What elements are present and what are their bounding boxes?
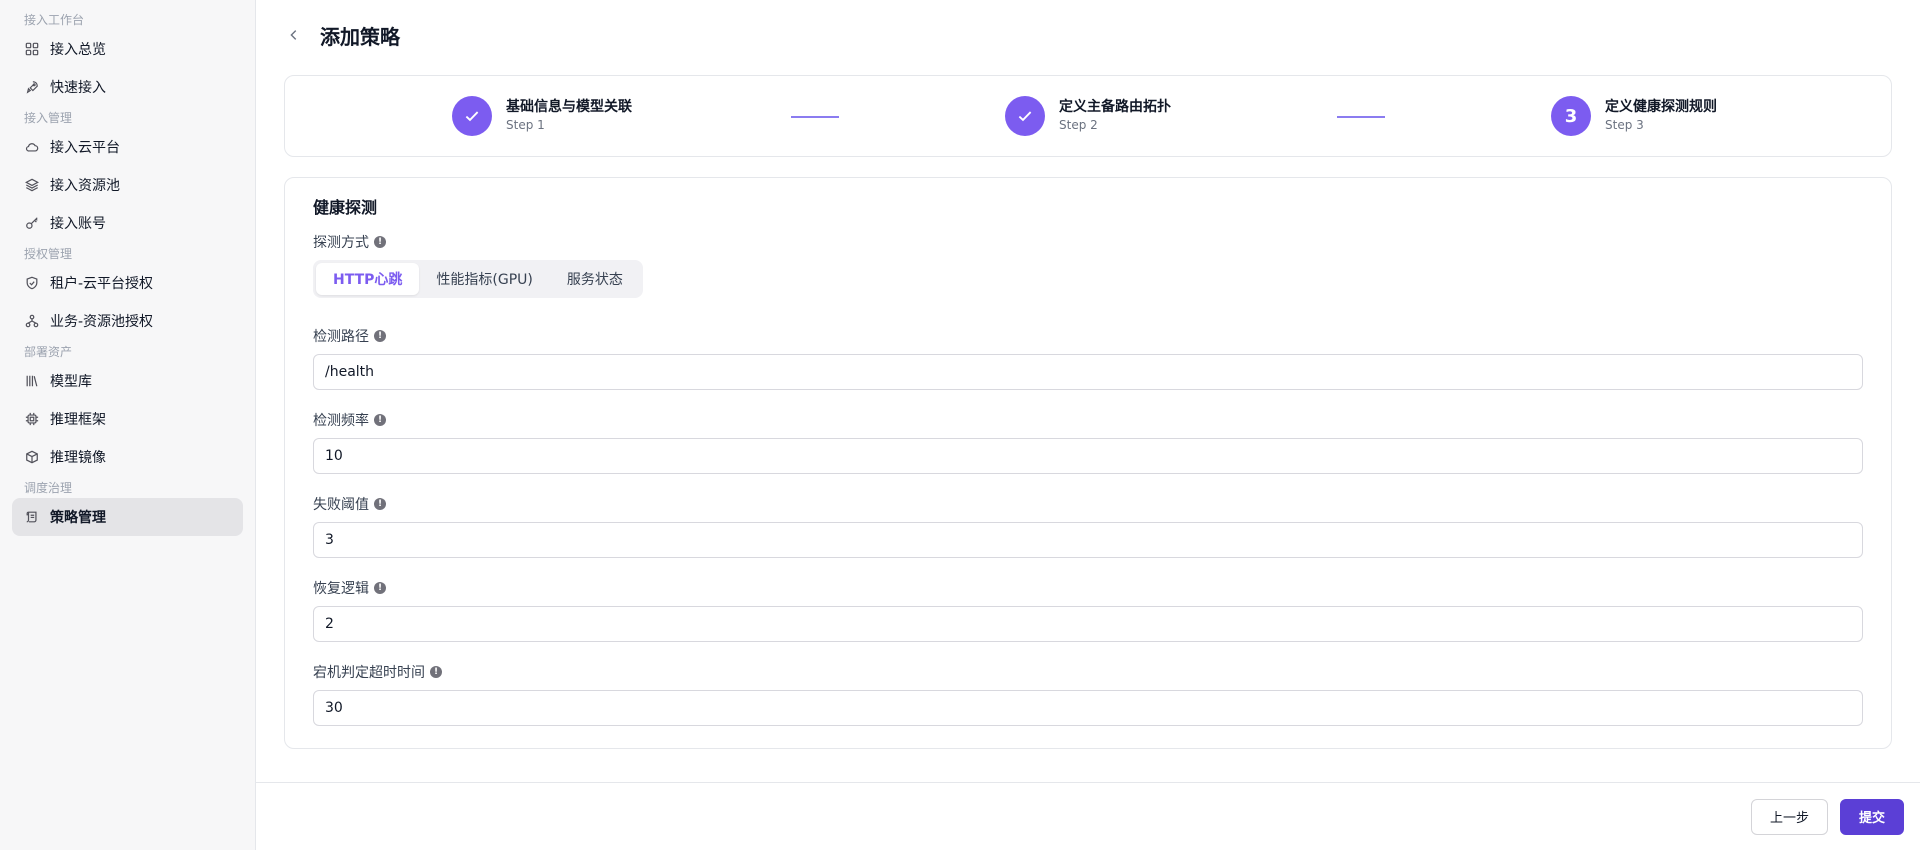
step-title: 定义主备路由拓扑 (1059, 99, 1171, 115)
prev-step-button[interactable]: 上一步 (1750, 798, 1828, 835)
sidebar-item-cloud-platform[interactable]: 接入云平台 (12, 128, 243, 166)
sidebar-item-label: 快速接入 (50, 80, 106, 96)
sidebar-item-label: 推理镜像 (50, 450, 106, 466)
layers-icon (24, 177, 40, 193)
sidebar-item-label: 接入总览 (50, 42, 106, 58)
sidebar-group-label: 授权管理 (24, 247, 73, 261)
downtime-timeout-input[interactable] (313, 690, 1863, 726)
info-icon[interactable]: ! (374, 582, 386, 594)
step-title: 定义健康探测规则 (1605, 99, 1717, 115)
sidebar-item-label: 接入账号 (50, 216, 106, 232)
probe-option-service[interactable]: 服务状态 (550, 263, 640, 295)
sidebar-item-model-library[interactable]: 模型库 (12, 362, 243, 400)
sidebar-item-resource-pool[interactable]: 接入资源池 (12, 166, 243, 204)
info-icon[interactable]: ! (430, 666, 442, 678)
sidebar-item-label: 模型库 (50, 374, 92, 390)
sidebar-item-business-auth[interactable]: 业务-资源池授权 (12, 302, 243, 340)
section-title: 健康探测 (313, 198, 378, 217)
field-label: 检测频率 ! (313, 410, 1863, 430)
field-label: 宕机判定超时时间 ! (313, 662, 1863, 682)
form-footer: 上一步 提交 (256, 782, 1920, 850)
field-recovery-logic: 恢复逻辑 ! (313, 578, 1863, 642)
check-path-input[interactable] (313, 354, 1863, 390)
check-icon (465, 111, 479, 122)
chevron-left-icon (290, 30, 297, 40)
cloud-icon (24, 139, 40, 155)
sidebar-item-inference-image[interactable]: 推理镜像 (12, 438, 243, 476)
step-complete-badge (452, 96, 492, 136)
step-connector (791, 116, 839, 118)
sidebar-item-label: 接入资源池 (50, 178, 120, 194)
field-label: 失败阈值 ! (313, 494, 1863, 514)
info-icon[interactable]: ! (374, 236, 386, 248)
step-2: 定义主备路由拓扑 Step 2 (1005, 96, 1171, 136)
sidebar-group-label: 调度治理 (24, 481, 73, 495)
sidebar-item-account[interactable]: 接入账号 (12, 204, 243, 242)
probe-method-label: 探测方式 ! (313, 232, 1863, 252)
grid-icon (24, 41, 40, 57)
check-frequency-input[interactable] (313, 438, 1863, 474)
sidebar-item-policy-management[interactable]: 策略管理 (12, 498, 243, 536)
health-check-form: 健康探测 探测方式 ! HTTP心跳 性能指标(GPU) 服务状态 检测路径 ! (284, 177, 1892, 749)
main-content: 添加策略 基础信息与模型关联 Step 1 定义主备路由拓扑 Step 2 3 … (256, 0, 1920, 850)
step-1: 基础信息与模型关联 Step 1 (452, 96, 632, 136)
sidebar-item-label: 租户-云平台授权 (50, 276, 154, 292)
sidebar-item-label: 业务-资源池授权 (50, 314, 154, 330)
recovery-logic-input[interactable] (313, 606, 1863, 642)
info-icon[interactable]: ! (374, 414, 386, 426)
sidebar-item-inference-framework[interactable]: 推理框架 (12, 400, 243, 438)
cpu-icon (24, 411, 40, 427)
scroll-icon (24, 509, 40, 525)
back-button[interactable] (282, 23, 306, 47)
sidebar-group-label: 接入管理 (24, 111, 73, 125)
sidebar-item-label: 策略管理 (50, 510, 106, 526)
library-icon (24, 373, 40, 389)
probe-option-gpu[interactable]: 性能指标(GPU) (419, 263, 549, 295)
key-icon (24, 215, 40, 231)
check-icon (1018, 111, 1032, 122)
field-downtime-timeout: 宕机判定超时时间 ! (313, 662, 1863, 726)
submit-button[interactable]: 提交 (1839, 798, 1904, 835)
field-failure-threshold: 失败阈值 ! (313, 494, 1863, 558)
field-check-frequency: 检测频率 ! (313, 410, 1863, 474)
probe-option-http[interactable]: HTTP心跳 (316, 263, 420, 295)
info-icon[interactable]: ! (374, 498, 386, 510)
step-connector (1337, 116, 1385, 118)
sidebar-item-label: 接入云平台 (50, 140, 120, 156)
step-complete-badge (1005, 96, 1045, 136)
field-label: 检测路径 ! (313, 326, 1863, 346)
field-check-path: 检测路径 ! (313, 326, 1863, 390)
step-subtitle: Step 2 (1059, 118, 1098, 132)
field-label: 恢复逻辑 ! (313, 578, 1863, 598)
sidebar-item-tenant-auth[interactable]: 租户-云平台授权 (12, 264, 243, 302)
sidebar: 接入工作台 接入总览 快速接入 接入管理 接入云平台 接入资源池 接入账号 授权… (0, 0, 256, 850)
sidebar-group-label: 接入工作台 (24, 13, 85, 27)
shield-icon (24, 275, 40, 291)
network-icon (24, 313, 40, 329)
rocket-icon (24, 79, 40, 95)
info-icon[interactable]: ! (374, 330, 386, 342)
page-title: 添加策略 (320, 24, 400, 49)
sidebar-item-quick-access[interactable]: 快速接入 (12, 68, 243, 106)
box-icon (24, 449, 40, 465)
step-subtitle: Step 1 (506, 118, 545, 132)
failure-threshold-input[interactable] (313, 522, 1863, 558)
sidebar-item-label: 推理框架 (50, 412, 106, 428)
steps-progress: 基础信息与模型关联 Step 1 定义主备路由拓扑 Step 2 3 定义健康探… (284, 75, 1892, 157)
step-subtitle: Step 3 (1605, 118, 1644, 132)
page-header: 添加策略 (256, 0, 1920, 70)
sidebar-group-label: 部署资产 (24, 345, 73, 359)
sidebar-item-access-overview[interactable]: 接入总览 (12, 30, 243, 68)
probe-method-selector: HTTP心跳 性能指标(GPU) 服务状态 (313, 260, 643, 298)
step-title: 基础信息与模型关联 (506, 99, 632, 115)
step-3: 3 定义健康探测规则 Step 3 (1551, 96, 1717, 136)
step-number-badge: 3 (1551, 96, 1591, 136)
